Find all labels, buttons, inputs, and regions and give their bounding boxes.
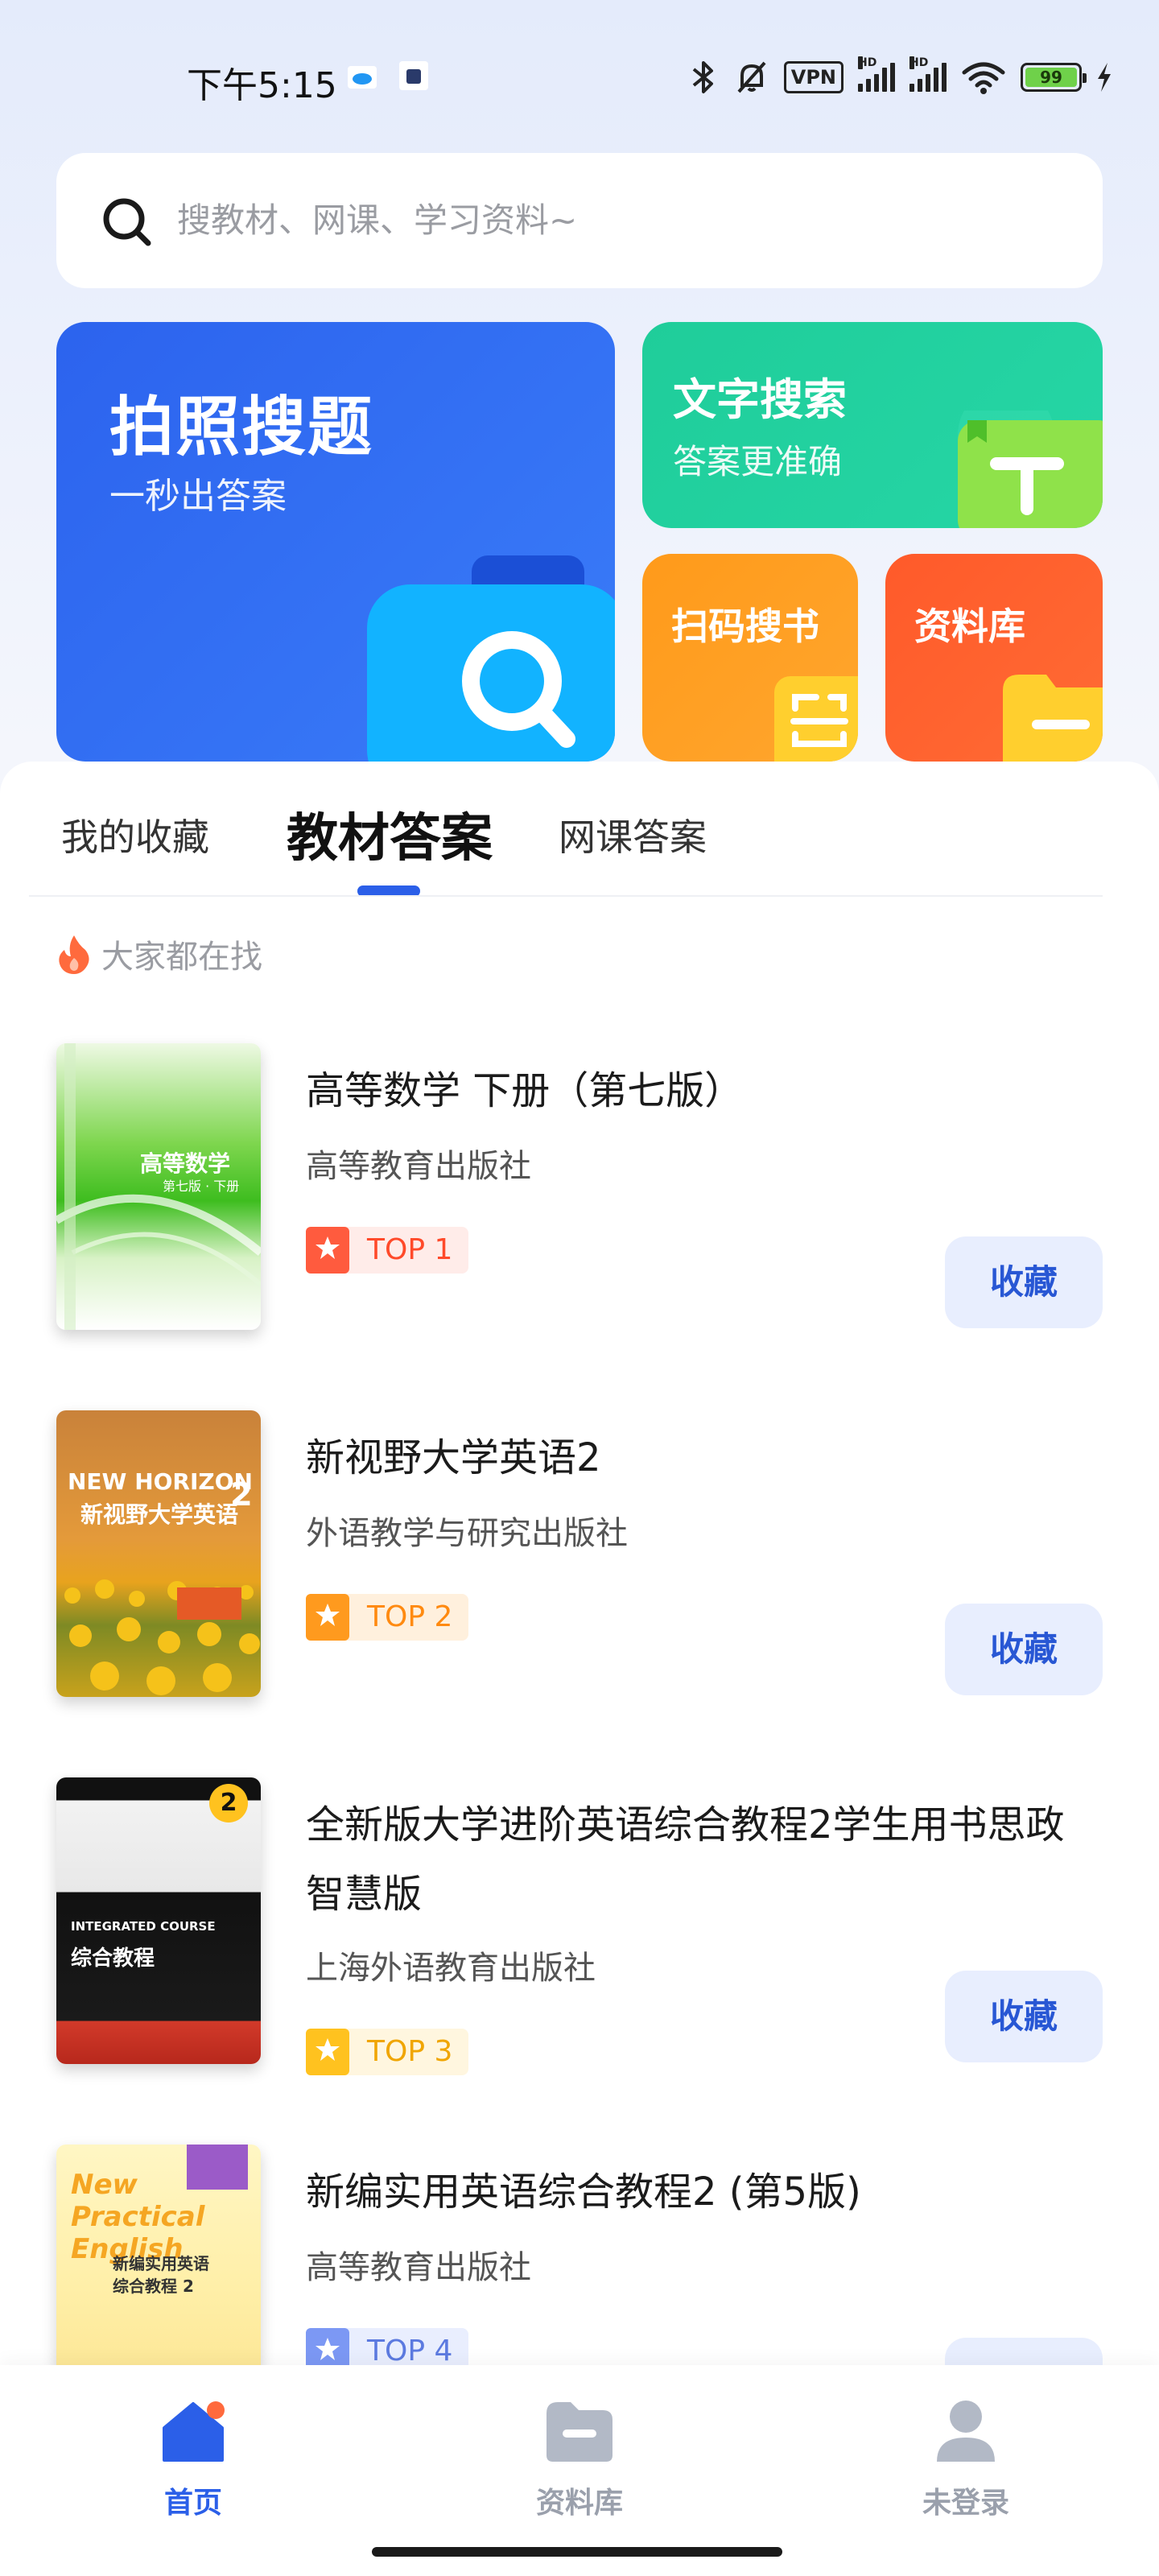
tab-textbook-answers[interactable]: 教材答案 — [287, 797, 493, 871]
rank-badge: TOP 3 — [306, 2029, 468, 2075]
favorite-button[interactable]: 收藏 — [945, 1604, 1103, 1695]
camera-icon — [367, 555, 615, 762]
rank-badge: TOP 1 — [306, 1227, 468, 1274]
text-search-title: 文字搜索 — [673, 374, 847, 425]
book-publisher: 上海外语教育出版社 — [306, 1950, 596, 1987]
status-time: 下午5:15 — [187, 65, 337, 106]
status-icons: VPN HD HD 99 — [687, 56, 1112, 95]
star-ribbon-icon — [306, 2029, 349, 2075]
main-panel: 我的收藏 教材答案 网课答案 大家都在找 高等数学 第七版 · 下册 高等数学 … — [0, 762, 1159, 2576]
tab-divider — [29, 895, 1103, 897]
scan-book-card[interactable]: 扫码搜书 — [642, 554, 858, 762]
cloud-icon — [348, 66, 377, 89]
home-indicator[interactable] — [372, 2547, 782, 2557]
list-item[interactable]: 高等数学 第七版 · 下册 高等数学 下册（第七版） 高等教育出版社 TOP 1… — [0, 1043, 1159, 1349]
rank-badge: TOP 2 — [306, 1594, 468, 1641]
signal-icon: HD — [858, 56, 895, 92]
nav-login[interactable]: 未登录 — [885, 2397, 1046, 2521]
scan-book-title: 扫码搜书 — [671, 605, 819, 648]
photo-search-title: 拍照搜题 — [109, 390, 373, 464]
bottom-nav: 首页 资料库 未登录 — [0, 2365, 1159, 2576]
hot-search-label: 大家都在找 — [56, 931, 262, 977]
mute-bell-icon — [737, 61, 766, 93]
charging-icon — [1098, 63, 1111, 92]
book-title: 全新版大学进阶英语综合教程2学生用书思政智慧版 — [306, 1802, 1065, 1917]
book-cover: 高等数学 第七版 · 下册 — [56, 1043, 261, 1330]
wifi-icon — [962, 62, 1005, 94]
search-icon — [103, 198, 151, 246]
folder-icon — [1003, 675, 1103, 762]
book-publisher: 高等教育出版社 — [306, 1148, 531, 1185]
user-icon — [937, 2401, 995, 2462]
tab-my-favorites[interactable]: 我的收藏 — [61, 808, 209, 861]
photo-search-subtitle: 一秒出答案 — [109, 476, 287, 517]
text-t-icon — [958, 411, 1103, 528]
fire-icon — [59, 935, 89, 974]
star-ribbon-icon — [306, 1594, 349, 1641]
book-cover: 2 INTEGRATED COURSE 综合教程 — [56, 1777, 261, 2064]
bluetooth-icon — [692, 61, 713, 93]
app-notification-icon — [399, 61, 428, 90]
search-input[interactable]: 搜教材、网课、学习资料~ — [56, 153, 1103, 288]
library-title: 资料库 — [914, 605, 1025, 648]
book-cover: NEW HORIZON 新视野大学英语 2 — [56, 1410, 261, 1697]
text-search-subtitle: 答案更准确 — [673, 442, 843, 481]
status-bar: 下午5:15 VPN HD HD 99 — [0, 48, 1159, 113]
book-title: 新编实用英语综合教程2 (第5版) — [306, 2169, 861, 2215]
list-item[interactable]: NEW HORIZON 新视野大学英语 2 新视野大学英语2 外语教学与研究出版… — [0, 1410, 1159, 1716]
text-search-card[interactable]: 文字搜索 答案更准确 — [642, 322, 1103, 528]
book-publisher: 高等教育出版社 — [306, 2249, 531, 2286]
battery-icon: 99 — [1021, 63, 1087, 92]
scan-icon — [774, 676, 858, 762]
star-ribbon-icon — [306, 1227, 349, 1274]
home-icon — [163, 2401, 225, 2462]
library-card[interactable]: 资料库 — [885, 554, 1103, 762]
photo-search-card[interactable]: 拍照搜题 一秒出答案 — [56, 322, 615, 762]
tab-bar: 我的收藏 教材答案 网课答案 — [0, 762, 1159, 898]
folder-icon — [547, 2402, 612, 2462]
search-placeholder: 搜教材、网课、学习资料~ — [177, 200, 578, 240]
book-title: 新视野大学英语2 — [306, 1435, 601, 1480]
book-publisher: 外语教学与研究出版社 — [306, 1515, 628, 1552]
cover-brand: NEW HORIZON — [68, 1468, 253, 1495]
nav-home[interactable]: 首页 — [113, 2397, 274, 2521]
favorite-button[interactable]: 收藏 — [945, 1236, 1103, 1328]
list-item[interactable]: 2 INTEGRATED COURSE 综合教程 全新版大学进阶英语综合教程2学… — [0, 1777, 1159, 2083]
vpn-badge: VPN — [783, 61, 843, 93]
favorite-button[interactable]: 收藏 — [945, 1971, 1103, 2062]
signal-icon-2: HD — [909, 56, 947, 92]
tab-course-answers[interactable]: 网课答案 — [559, 808, 707, 861]
nav-library[interactable]: 资料库 — [499, 2397, 660, 2521]
book-title: 高等数学 下册（第七版） — [306, 1068, 744, 1113]
